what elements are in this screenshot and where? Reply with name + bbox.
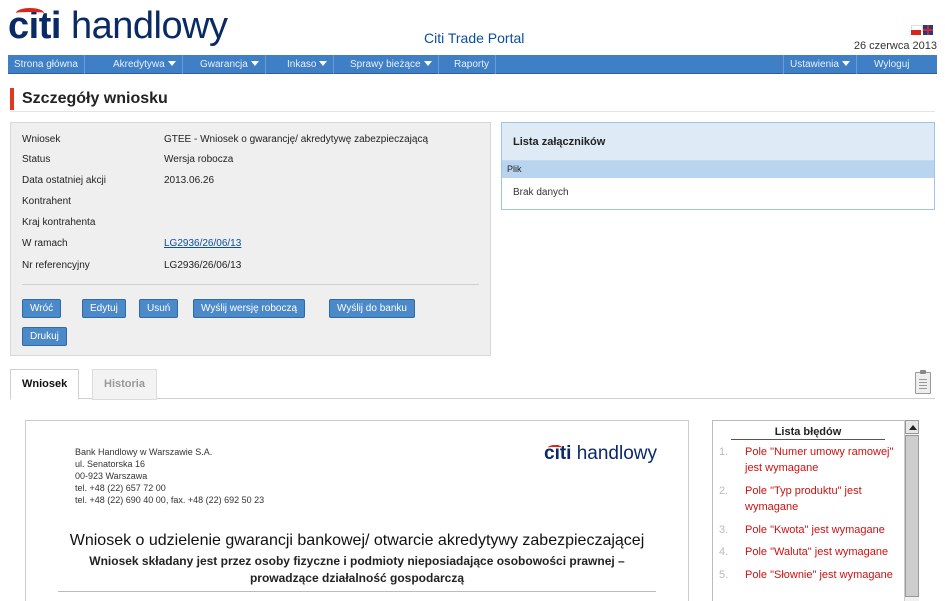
detail-label: W ramach [22,238,68,249]
nav-item-label: Inkaso [287,59,317,70]
attachments-column-file: Plik [502,161,934,178]
nav-item-home[interactable]: Strona główna [8,55,85,74]
nav-item-gwarancja[interactable]: Gwarancja [194,55,266,74]
dropdown-arrow-icon [167,61,176,66]
doc-logo-mark: citi [544,443,572,464]
language-flags [911,25,933,35]
nav-item-sprawy-biezace[interactable]: Sprawy bieżące [344,55,439,74]
current-date: 26 czerwca 2013 [853,40,937,52]
nav-item-wyloguj[interactable]: Wyloguj [868,55,915,74]
attachments-empty: Brak danych [513,187,569,198]
error-number: 4. [719,546,729,558]
detail-label: Status [22,154,51,165]
document-preview: Bank Handlowy w Warszawie S.A. ul. Senat… [25,420,689,601]
logo-text: handlowy [70,5,228,47]
address-line: 00-923 Warszawa [75,471,148,481]
send-to-bank-button[interactable]: Wyślij do banku [329,299,415,318]
w-ramach-link[interactable]: LG2936/26/06/13 [164,238,241,249]
nav-item-label: Raporty [454,59,490,70]
logo-mark: citi [8,5,61,47]
tab-wniosek[interactable]: Wniosek [10,369,80,400]
dropdown-arrow-icon [250,61,259,66]
detail-label: Wniosek [22,134,61,145]
divider [58,591,656,592]
clipboard-icon[interactable] [915,370,931,394]
error-message: Pole "Słownie" jest wymagane [745,569,893,581]
nav-item-ustawienia[interactable]: Ustawienia [783,55,857,74]
document-logo: citi handlowy [544,443,657,465]
error-message: Pole "Typ produktu" jest wymagane [745,485,862,513]
nav-item-label: Wyloguj [874,59,910,70]
page-title: Szczegóły wniosku [10,88,168,110]
main-nav: Strona główna Akredytywa Gwarancja Inkas… [8,55,937,74]
detail-value: LG2936/26/06/13 [164,260,242,271]
portal-title: Citi Trade Portal [424,30,525,46]
citi-handlowy-logo[interactable]: citi handlowy [8,6,228,46]
print-button[interactable]: Drukuj [22,327,67,346]
error-number: 3. [719,524,729,536]
nav-item-label: Akredytywa [113,59,165,70]
tabs-bar: Wniosek Historia [10,369,935,400]
edit-button[interactable]: Edytuj [82,299,126,318]
dropdown-arrow-icon [423,61,432,66]
address-line: ul. Senatorska 16 [75,459,146,469]
dropdown-arrow-icon [319,61,328,66]
nav-item-raporty[interactable]: Raporty [448,55,497,74]
request-details-panel: Wniosek GTEE - Wniosek o gwarancję/ akre… [10,122,491,356]
logo-arc-icon [548,445,562,450]
address-line: tel. +48 (22) 657 72 00 [75,483,166,493]
detail-label: Kraj kontrahenta [22,217,96,228]
divider [22,284,479,285]
error-message: Pole "Waluta" jest wymagane [745,546,889,558]
document-subtitle: Wniosek składany jest przez osoby fizycz… [89,554,625,585]
detail-value: Wersja robocza [164,154,234,165]
back-button[interactable]: Wróć [22,299,62,318]
nav-item-akredytywa[interactable]: Akredytywa [107,55,183,74]
detail-label: Kontrahent [22,196,71,207]
error-number: 5. [719,569,729,581]
divider [10,111,935,112]
tab-historia[interactable]: Historia [92,369,157,400]
detail-label: Data ostatniej akcji [22,175,106,186]
detail-label: Nr referencyjny [22,260,90,271]
nav-item-inkaso[interactable]: Inkaso [281,55,335,74]
scroll-thumb[interactable] [905,435,919,597]
attachments-panel: Lista załączników Plik Brak danych [501,122,935,210]
error-message: Pole "Numer umowy ramowej" jest wymagane [745,446,894,474]
errors-scrollbar[interactable] [904,420,919,601]
document-title: Wniosek o udzielenie gwarancji bankowej/… [69,532,645,549]
bank-address: Bank Handlowy w Warszawie S.A. ul. Senat… [75,446,264,506]
nav-item-label: Gwarancja [200,59,248,70]
send-draft-button[interactable]: Wyślij wersję roboczą [193,299,306,318]
dropdown-arrow-icon [841,61,850,66]
address-line: tel. +48 (22) 690 40 00, fax. +48 (22) 6… [75,495,265,505]
nav-item-label: Sprawy bieżące [350,59,421,70]
nav-item-label: Strona główna [14,59,78,70]
detail-value: GTEE - Wniosek o gwarancję/ akredytywę z… [164,134,429,145]
error-message: Pole "Kwota" jest wymagane [745,524,885,536]
error-number: 2. [719,485,729,497]
attachments-title: Lista załączników [502,123,934,161]
errors-title: Lista błędów [731,426,885,440]
detail-value: 2013.06.26 [164,175,215,186]
errors-panel: Lista błędów 1. Pole "Numer umowy ramowe… [712,420,919,601]
error-number: 1. [719,446,729,458]
delete-button[interactable]: Usuń [139,299,179,318]
scroll-up-arrow-icon[interactable] [905,420,919,434]
logo-arc-icon [16,8,44,18]
uk-flag-icon[interactable] [923,25,933,35]
address-line: Bank Handlowy w Warszawie S.A. [75,447,213,457]
nav-item-label: Ustawienia [790,59,839,70]
polish-flag-icon[interactable] [911,25,923,35]
doc-logo-text: handlowy [576,443,658,464]
